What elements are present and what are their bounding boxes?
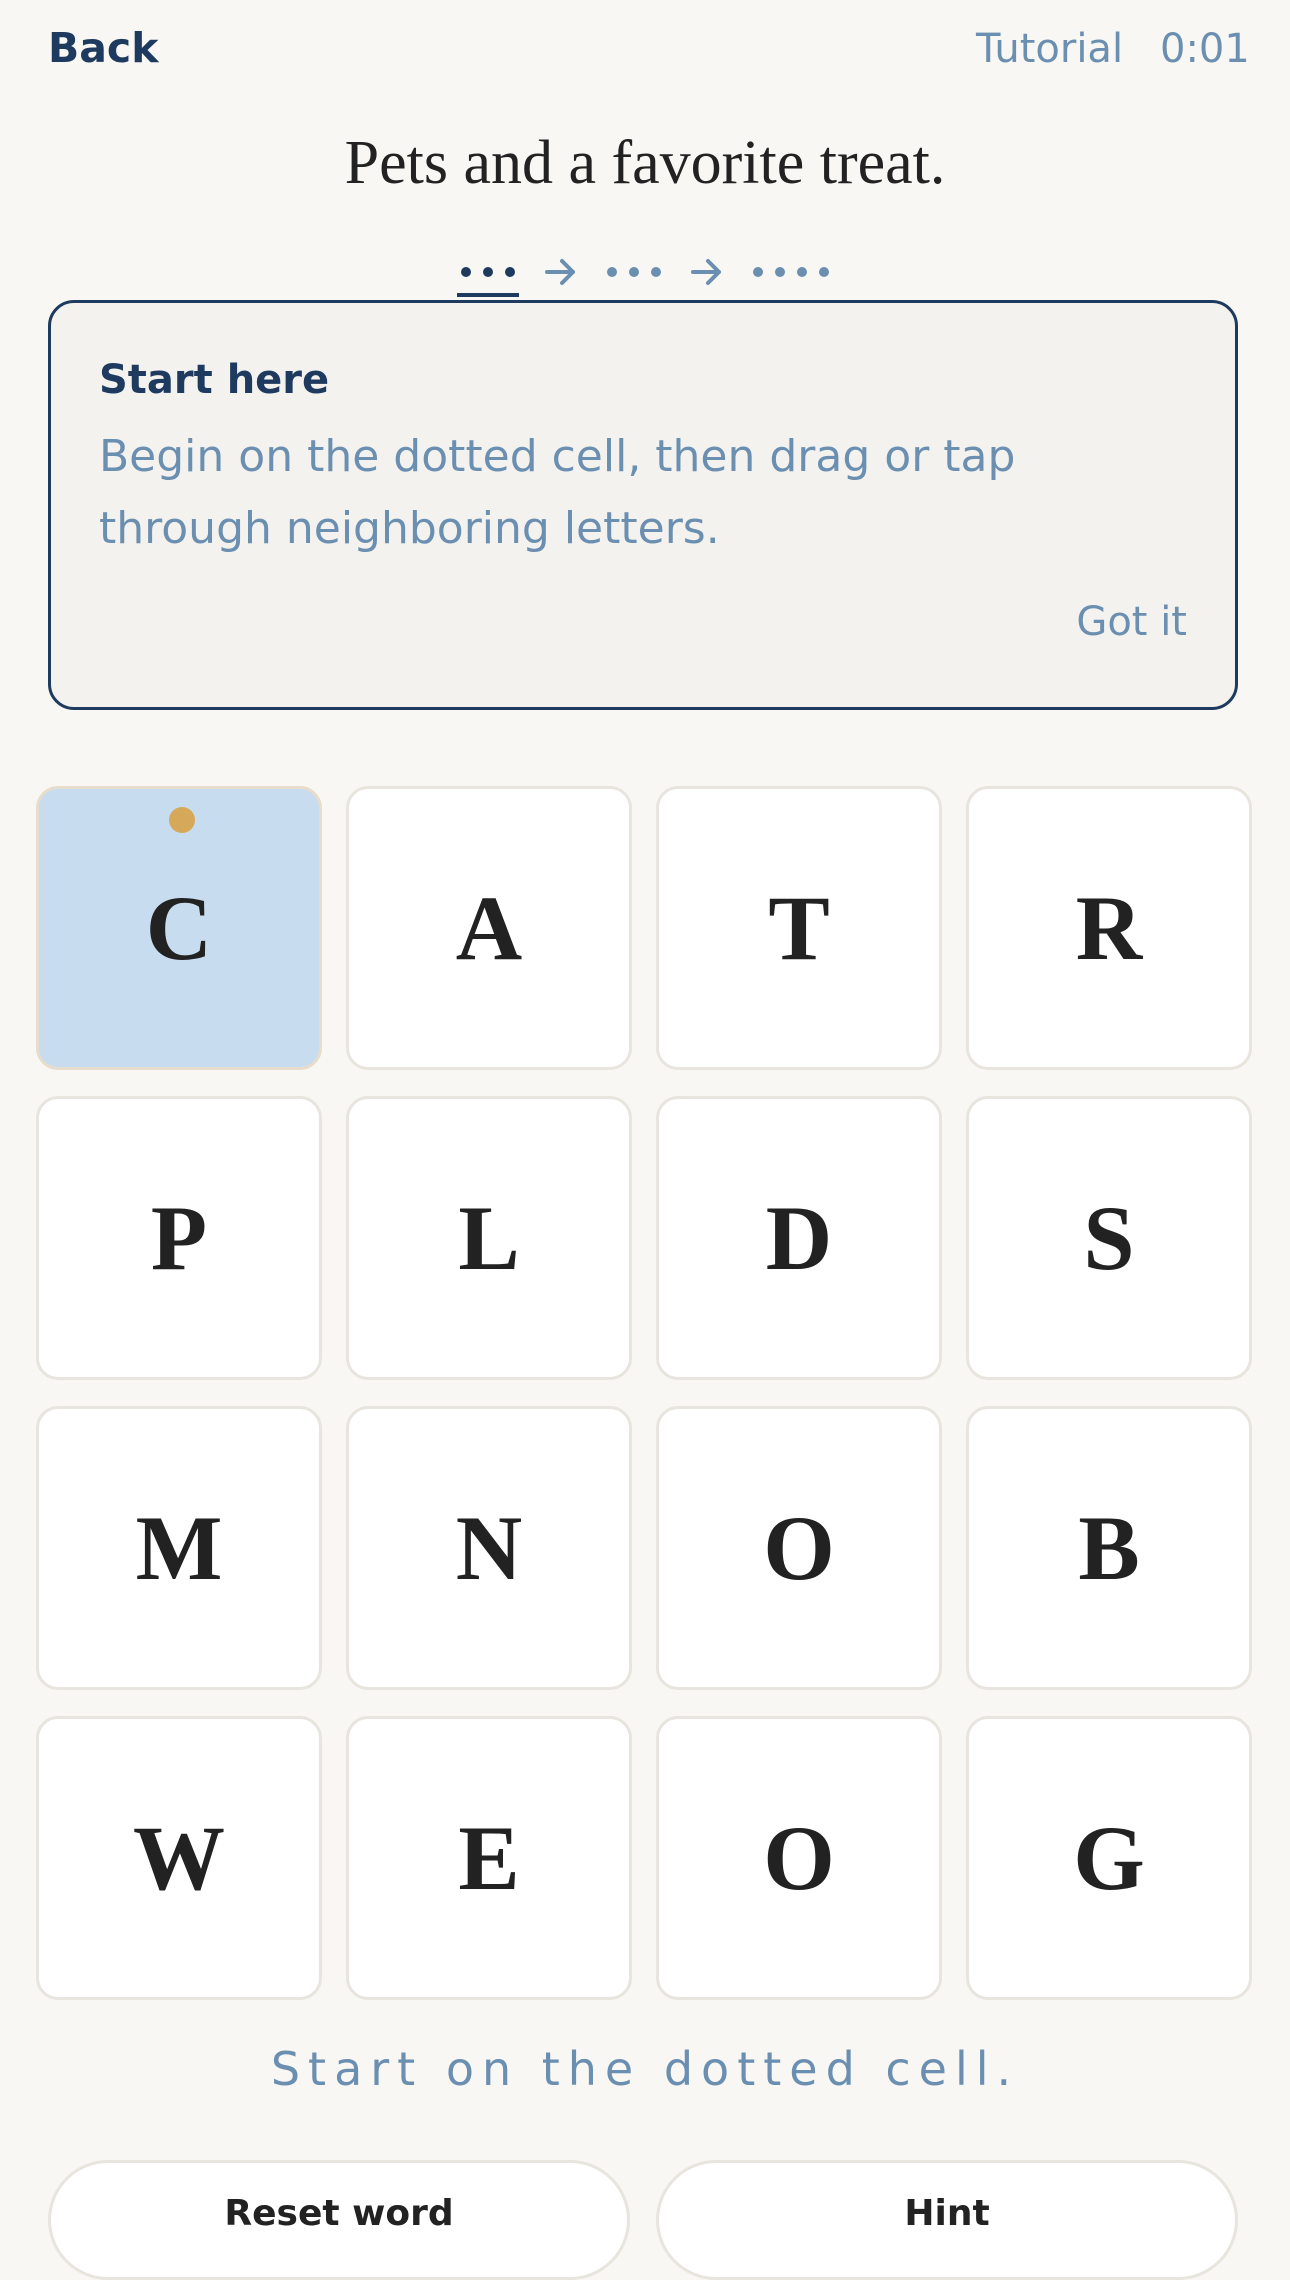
letter-slot-dot: [819, 267, 829, 277]
grid-cell[interactable]: M: [36, 1406, 322, 1690]
grid-cell[interactable]: O: [656, 1716, 942, 2000]
grid-cell[interactable]: D: [656, 1096, 942, 1380]
back-button[interactable]: Back: [48, 24, 159, 72]
tip-body: Begin on the dotted cell, then drag or t…: [99, 431, 1016, 554]
grid-cell[interactable]: B: [966, 1406, 1252, 1690]
puzzle-clue: Pets and a favorite treat.: [344, 129, 946, 197]
grid-cell[interactable]: S: [966, 1096, 1252, 1380]
cell-letter: O: [763, 1807, 835, 1909]
cell-letter: A: [455, 877, 523, 979]
timer: 0:01: [1160, 26, 1250, 72]
tutorial-button[interactable]: Tutorial: [976, 26, 1123, 72]
arrow-right-icon: [691, 259, 721, 285]
cell-letter: D: [765, 1187, 833, 1289]
status-message: Start on the dotted cell.: [270, 2042, 1020, 2096]
reset-word-button[interactable]: Reset word: [48, 2160, 630, 2280]
cell-letter: G: [1073, 1807, 1145, 1909]
cell-letter: L: [458, 1187, 520, 1289]
word-slot-group: [457, 267, 519, 297]
tip-title: Start here: [99, 357, 330, 403]
cell-letter: P: [150, 1187, 208, 1289]
letter-slot-dot: [775, 267, 785, 277]
cell-letter: T: [768, 877, 830, 979]
cell-letter: O: [763, 1497, 835, 1599]
letter-slot-dot: [461, 267, 471, 277]
tutorial-tip-card: Start here Begin on the dotted cell, the…: [48, 300, 1238, 710]
hint-button[interactable]: Hint: [656, 2160, 1238, 2280]
grid-cell[interactable]: W: [36, 1716, 322, 2000]
top-bar: Back Tutorial 0:01: [0, 0, 1290, 104]
grid-cell[interactable]: E: [346, 1716, 632, 2000]
letter-slot-dot: [797, 267, 807, 277]
word-length-pattern: [0, 244, 1290, 300]
grid-cell[interactable]: R: [966, 786, 1252, 1070]
letter-slot-dot: [753, 267, 763, 277]
letter-slot-dot: [505, 267, 515, 277]
cell-letter: R: [1075, 877, 1143, 979]
grid-cell[interactable]: N: [346, 1406, 632, 1690]
cell-letter: M: [135, 1497, 223, 1599]
letter-slot-dot: [607, 267, 617, 277]
grid-cell[interactable]: P: [36, 1096, 322, 1380]
got-it-button[interactable]: Got it: [1076, 599, 1187, 645]
arrow-right-icon: [545, 259, 575, 285]
grid-cell[interactable]: T: [656, 786, 942, 1070]
word-slot-group: [605, 267, 663, 277]
grid-cell[interactable]: G: [966, 1716, 1252, 2000]
letter-slot-dot: [629, 267, 639, 277]
cell-letter: W: [133, 1807, 225, 1909]
cell-letter: N: [455, 1497, 523, 1599]
word-slot-group: [751, 267, 831, 277]
grid-cell[interactable]: A: [346, 786, 632, 1070]
letter-slot-dot: [483, 267, 493, 277]
cell-letter: C: [145, 877, 213, 979]
letter-slot-dot: [651, 267, 661, 277]
letter-grid: C A T R P L D S M N O B W E O G: [36, 786, 1254, 2004]
cell-letter: S: [1083, 1187, 1135, 1289]
grid-cell[interactable]: O: [656, 1406, 942, 1690]
grid-cell[interactable]: L: [346, 1096, 632, 1380]
start-marker-icon: [169, 807, 195, 833]
cell-letter: B: [1078, 1497, 1140, 1599]
grid-cell-start[interactable]: C: [36, 786, 322, 1070]
cell-letter: E: [458, 1807, 520, 1909]
